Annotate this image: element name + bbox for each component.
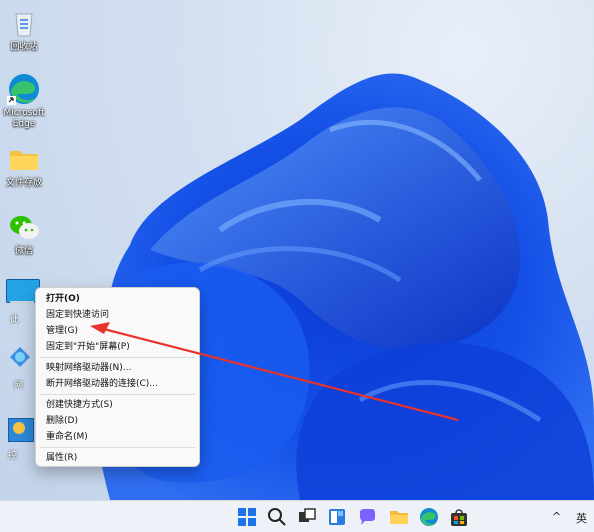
task-view-icon[interactable]: [296, 506, 318, 528]
menu-item-rename[interactable]: 重命名(M): [36, 429, 199, 445]
desktop-icon-label: Microsoft Edge: [3, 108, 45, 129]
desktop-icon-label: 控: [8, 451, 18, 461]
chat-icon[interactable]: [356, 506, 378, 528]
desktop-icon-label: 此: [10, 315, 20, 325]
folder-icon: [7, 142, 41, 176]
menu-item-create-shortcut[interactable]: 创建快捷方式(S): [36, 397, 199, 413]
menu-item-open[interactable]: 打开(O): [36, 291, 199, 307]
menu-separator: [40, 394, 195, 395]
start-icon[interactable]: [236, 506, 258, 528]
menu-item-pin-quick-access[interactable]: 固定到快速访问: [36, 307, 199, 323]
menu-item-properties[interactable]: 属性(R): [36, 450, 199, 466]
desktop-icon-wechat[interactable]: 微信: [0, 210, 48, 257]
widgets-icon[interactable]: [326, 506, 348, 528]
control-panel-icon[interactable]: [8, 418, 34, 442]
menu-item-map-drive[interactable]: 映射网络驱动器(N)...: [36, 360, 199, 376]
edge-taskbar-icon[interactable]: [418, 506, 440, 528]
menu-item-manage[interactable]: 管理(G): [36, 323, 199, 339]
network-icon[interactable]: [8, 345, 32, 369]
menu-separator: [40, 447, 195, 448]
wechat-icon: [7, 210, 41, 244]
desktop-icon-recycle-bin[interactable]: 回收站: [0, 6, 48, 53]
edge-icon: [7, 72, 41, 106]
menu-item-disconnect-drive[interactable]: 断开网络驱动器的连接(C)...: [36, 376, 199, 392]
desktop-icon-edge[interactable]: Microsoft Edge: [0, 72, 48, 130]
menu-item-pin-start[interactable]: 固定到"开始"屏幕(P): [36, 339, 199, 355]
file-explorer-icon[interactable]: [388, 506, 410, 528]
show-hidden-icons-chevron[interactable]: ^: [552, 510, 561, 523]
taskbar: ^ 英: [0, 500, 594, 532]
context-menu: 打开(O) 固定到快速访问 管理(G) 固定到"开始"屏幕(P) 映射网络驱动器…: [35, 287, 200, 467]
desktop-icon-label: 微信: [14, 246, 33, 256]
desktop-icon-label: 网: [14, 381, 24, 391]
desktop-icon-folder[interactable]: 文件存放: [0, 142, 48, 189]
input-method-indicator[interactable]: 英: [576, 510, 587, 526]
menu-separator: [40, 357, 195, 358]
search-icon[interactable]: [266, 506, 288, 528]
recycle-bin-icon: [7, 6, 41, 40]
desktop-icon-label: 回收站: [10, 42, 38, 52]
menu-item-delete[interactable]: 删除(D): [36, 413, 199, 429]
desktop-icon-label: 文件存放: [5, 178, 42, 188]
store-icon[interactable]: [448, 506, 470, 528]
